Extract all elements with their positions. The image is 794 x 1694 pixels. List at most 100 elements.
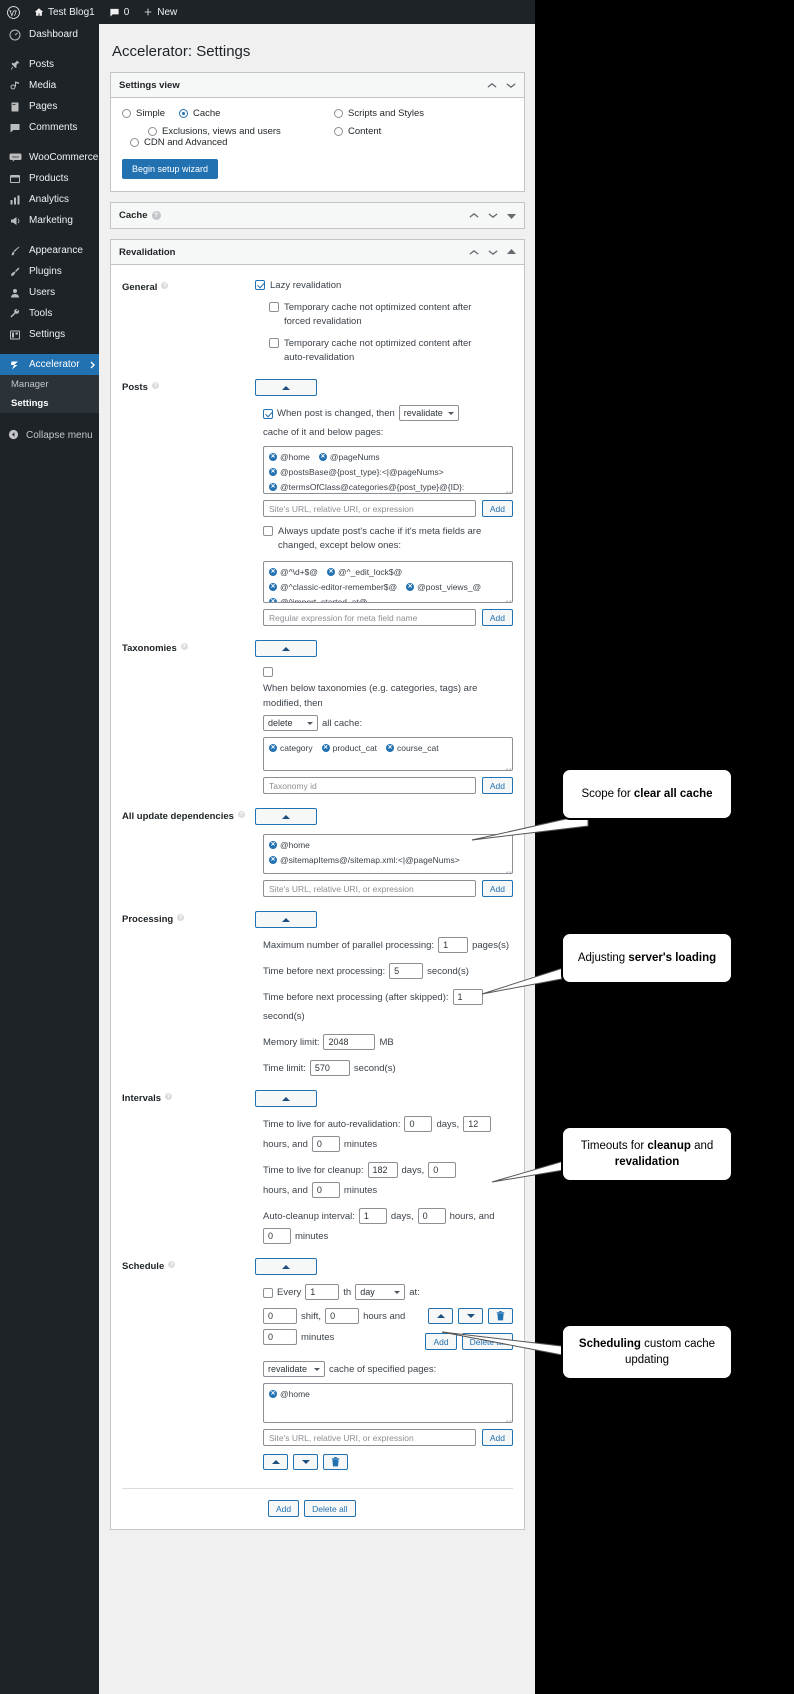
sidebar-item-plugins[interactable]: Plugins [0,261,99,282]
collapse-menu-button[interactable]: Collapse menu [0,425,99,446]
ttl-cleanup-days-input[interactable]: 182 [367,1162,398,1178]
chevron-up-icon[interactable] [487,82,497,89]
chevron-down-icon[interactable] [488,249,498,256]
memory-limit-input[interactable]: 2048 [323,1034,376,1050]
checkbox-meta-fields[interactable]: Always update post's cache if it's meta … [263,525,489,553]
new-content-button[interactable]: New [136,0,184,24]
chevron-up-icon[interactable] [469,249,479,256]
schedule-unit-select[interactable]: day [355,1284,406,1300]
ttl-cleanup-hours-input[interactable]: 0 [428,1162,457,1178]
comments-button[interactable]: 0 [102,0,137,24]
posts-url-add-button[interactable]: Add [481,500,513,517]
sidebar-subitem-manager[interactable]: Manager [0,375,99,394]
sidebar-item-dashboard[interactable]: Dashboard [0,24,99,45]
radio-exclusions[interactable]: Exclusions, views and users [122,126,297,137]
posts-meta-tagbox[interactable]: ✕ @^\d+$@ ✕ @^_edit_lock$@ ✕ @^classic-edit… [263,561,513,603]
radio-cache[interactable]: Cache [179,108,268,119]
resize-handle-icon[interactable] [504,865,511,872]
chevron-up-icon[interactable] [469,212,479,219]
checkbox-box[interactable] [263,408,273,419]
resize-handle-icon[interactable] [504,594,511,601]
remove-tag-icon[interactable]: ✕ [269,568,277,576]
cache-panel-header[interactable]: Cache ? [111,203,524,228]
remove-tag-icon[interactable]: ✕ [327,568,336,576]
chevron-down-icon[interactable] [488,212,498,219]
radio-content[interactable]: Content [334,126,424,137]
sidebar-subitem-settings[interactable]: Settings [0,394,99,413]
autocleanup-minutes-input[interactable]: 0 [263,1228,291,1244]
tag-item[interactable]: ✕ product_cat [321,742,377,754]
tag-item[interactable]: ✕ @home [269,1388,310,1400]
help-icon[interactable]: ? [151,211,161,220]
posts-collapse-toggle[interactable] [255,379,317,396]
help-icon[interactable]: ? [151,382,159,389]
schedule-shift-input[interactable]: 0 [263,1308,297,1324]
remove-tag-icon[interactable]: ✕ [269,453,277,461]
ttl-revalidation-days-input[interactable]: 0 [404,1116,433,1132]
taxonomies-tagbox[interactable]: ✕ category ✕ product_cat ✕ course_cat [263,737,513,771]
tag-item[interactable]: ✕ @post_views_@ [406,581,481,593]
site-name-button[interactable]: Test Blog1 [27,0,102,24]
help-icon[interactable]: ? [180,643,188,650]
remove-tag-icon[interactable]: ✕ [269,583,277,591]
caret-up-icon[interactable] [507,249,516,255]
sidebar-item-media[interactable]: Media [0,75,99,96]
schedule-move-up-button[interactable] [428,1308,453,1324]
sidebar-item-woocommerce[interactable]: woo WooCommerce [0,147,99,168]
checkbox-temp-cache-auto[interactable]: Temporary cache not optimized content af… [269,337,491,365]
parallel-processing-input[interactable]: 1 [438,937,469,953]
schedule-shift-minutes-input[interactable]: 0 [263,1329,297,1345]
autocleanup-days-input[interactable]: 1 [358,1208,387,1224]
schedule-url-add-button[interactable]: Add [481,1429,513,1446]
remove-tag-icon[interactable]: ✕ [269,483,277,491]
caret-down-icon[interactable] [507,213,516,219]
remove-tag-icon[interactable]: ✕ [386,744,395,752]
all-update-dependencies-collapse-toggle[interactable] [255,808,317,825]
time-before-next-skipped-input[interactable]: 1 [452,989,483,1005]
remove-tag-icon[interactable]: ✕ [269,841,277,849]
dependency-url-input[interactable]: Site's URL, relative URI, or expression [263,880,476,897]
tag-item[interactable]: ✕ @home [269,451,310,463]
begin-setup-wizard-button[interactable]: Begin setup wizard [122,159,219,179]
schedule-bottom-move-up-button[interactable] [263,1454,288,1470]
radio-scripts-styles[interactable]: Scripts and Styles [334,108,424,119]
schedule-every-input[interactable]: 1 [305,1284,340,1300]
sidebar-item-users[interactable]: Users [0,282,99,303]
tag-item[interactable]: ✕ @^_edit_lock$@ [327,566,402,578]
sidebar-item-posts[interactable]: Posts [0,54,99,75]
remove-tag-icon[interactable]: ✕ [269,468,277,476]
posts-action-select[interactable]: revalidate [398,405,459,421]
help-icon[interactable]: ? [237,811,245,818]
footer-delete-all-button[interactable]: Delete all [304,1500,356,1517]
resize-handle-icon[interactable] [504,762,511,769]
ttl-revalidation-hours-input[interactable]: 12 [463,1116,492,1132]
schedule-tagbox[interactable]: ✕ @home [263,1383,513,1423]
remove-tag-icon[interactable]: ✕ [269,598,277,602]
help-icon[interactable]: ? [161,282,169,289]
schedule-bottom-delete-button[interactable] [323,1454,348,1470]
help-icon[interactable]: ? [165,1093,173,1100]
tag-item[interactable]: ✕ course_cat [386,742,439,754]
posts-meta-input[interactable]: Regular expression for meta field name [263,609,476,626]
radio-cdn-advanced[interactable]: CDN and Advanced [130,137,227,148]
sidebar-item-analytics[interactable]: Analytics [0,189,99,210]
sidebar-item-products[interactable]: Products [0,168,99,189]
remove-tag-icon[interactable]: ✕ [269,1390,277,1398]
posts-meta-add-button[interactable]: Add [481,609,513,626]
tag-item[interactable]: ✕ @postsBase@{post_type}:<|@pageNums> [269,466,444,478]
remove-tag-icon[interactable]: ✕ [321,744,330,752]
help-icon[interactable]: ? [177,914,185,921]
footer-add-button[interactable]: Add [268,1500,300,1517]
taxonomies-action-select[interactable]: delete [263,715,318,731]
sidebar-item-pages[interactable]: Pages [0,96,99,117]
time-before-next-input[interactable]: 5 [389,963,424,979]
remove-tag-icon[interactable]: ✕ [269,744,277,752]
sidebar-item-tools[interactable]: Tools [0,303,99,324]
schedule-url-input[interactable]: Site's URL, relative URI, or expression [263,1429,476,1446]
intervals-collapse-toggle[interactable] [255,1090,317,1107]
ttl-cleanup-minutes-input[interactable]: 0 [311,1182,340,1198]
sidebar-item-comments[interactable]: Comments [0,117,99,138]
revalidation-panel-header[interactable]: Revalidation [111,240,524,265]
checkbox-temp-cache-forced[interactable]: Temporary cache not optimized content af… [269,301,491,329]
posts-url-input[interactable]: Site's URL, relative URI, or expression [263,500,476,517]
